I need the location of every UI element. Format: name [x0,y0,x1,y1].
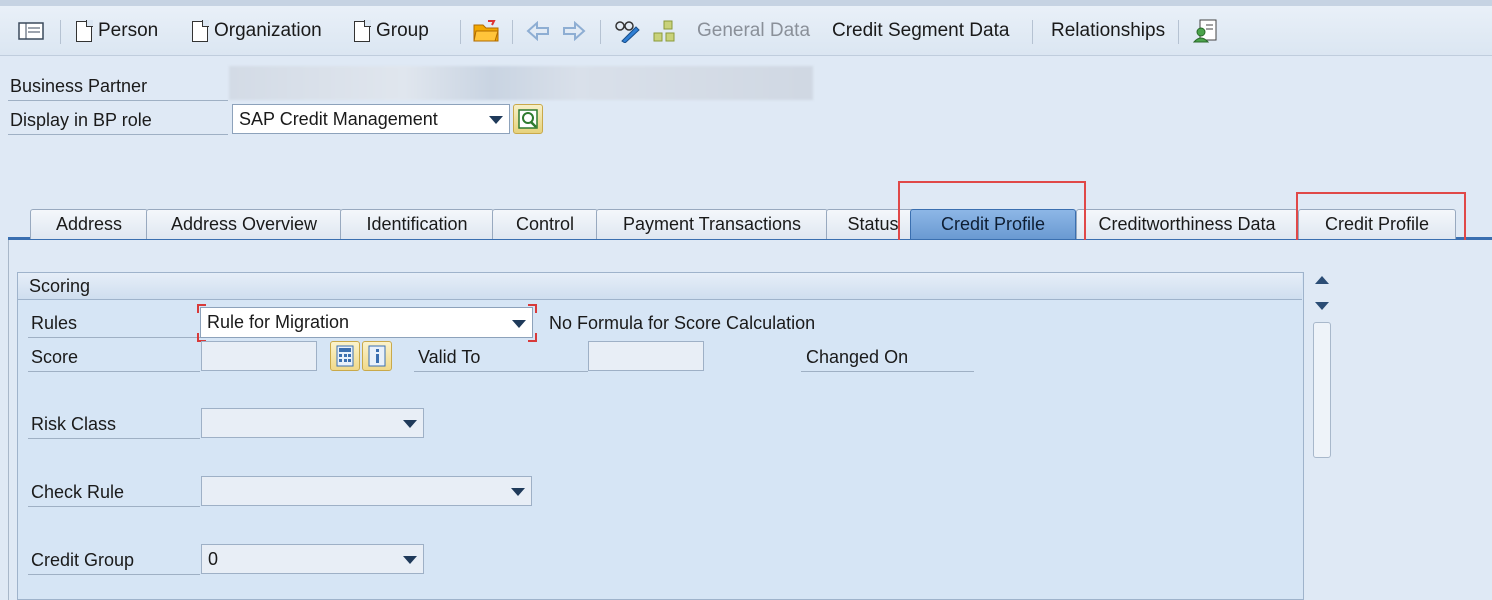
scroll-thumb[interactable] [1313,322,1331,458]
valid-to-label: Valid To [418,347,481,367]
switch-view-button[interactable] [18,6,44,56]
switch-role-button[interactable] [513,104,543,134]
chevron-down-icon [403,556,417,564]
changed-on-label: Changed On [806,347,909,367]
credit-group-value: 0 [208,548,219,569]
group-label: Group [376,20,429,41]
calculate-score-button[interactable] [330,341,360,371]
organization-label: Organization [214,20,322,41]
scroll-down-icon[interactable] [1315,302,1329,310]
forward-arrow-button[interactable] [562,6,586,56]
hierarchy-icon [653,20,675,42]
bp-role-value: SAP Credit Management [239,108,438,129]
tab-label: Payment Transactions [622,214,802,234]
tab-label: Identification [366,214,468,234]
credit-segment-data-label: Credit Segment Data [832,20,1010,41]
score-info-button[interactable] [362,341,392,371]
tab-label: Status [847,214,899,234]
person-card-icon [1192,19,1217,43]
credit-group-label: Credit Group [31,550,135,570]
tab-control[interactable]: Control [492,209,598,239]
tab-label: Control [515,214,575,234]
organization-button[interactable]: Organization [192,6,322,56]
document-icon [76,19,93,42]
tab-label: Creditworthiness Data [1098,214,1276,234]
group-button[interactable]: Group [354,6,429,56]
chevron-down-icon [489,116,503,124]
tab-label: Address Overview [170,214,318,234]
calculator-icon [336,345,354,367]
score-field[interactable] [201,341,317,371]
tab-label: Address [55,214,123,234]
person-label: Person [98,20,159,41]
document-icon [354,19,371,42]
scoring-title: Scoring [29,276,91,296]
application-toolbar: Person Organization Group General Data C… [0,6,1492,56]
person-button[interactable]: Person [76,6,158,56]
display-change-button[interactable] [614,6,642,56]
arrow-right-icon [563,21,586,41]
scroll-up-icon[interactable] [1315,276,1329,284]
arrow-left-icon [526,21,549,41]
general-data-button[interactable]: General Data [697,6,810,56]
bp-role-label: Display in BP role [10,110,152,130]
risk-class-label: Risk Class [31,414,117,434]
chevron-down-icon [511,488,525,496]
tab-address-overview[interactable]: Address Overview [146,209,342,239]
chevron-down-icon [403,420,417,428]
formula-text: No Formula for Score Calculation [549,313,816,333]
relationships-button[interactable]: Relationships [1051,6,1165,56]
relationships-label: Relationships [1051,20,1166,41]
check-rule-label: Check Rule [31,482,125,502]
valid-to-field[interactable] [588,341,704,371]
tab-address[interactable]: Address [30,209,148,239]
business-partner-value [229,66,813,100]
info-icon [368,345,386,367]
check-rule-select[interactable] [201,476,532,506]
tab-identification[interactable]: Identification [340,209,494,239]
required-field-marker [197,304,537,342]
bp-role-select[interactable]: SAP Credit Management [232,104,510,134]
scoring-group-header: Scoring [18,273,1302,300]
table-view-icon [18,22,44,40]
score-label: Score [31,347,79,367]
back-arrow-button[interactable] [526,6,550,56]
document-icon [192,19,209,42]
tab-creditworthiness-data[interactable]: Creditworthiness Data [1076,209,1298,239]
execute-icon [518,109,538,129]
business-partner-label: Business Partner [10,76,148,96]
open-folder-icon [473,20,499,42]
tab-payment-transactions[interactable]: Payment Transactions [596,209,828,239]
partner-overview-button[interactable] [1192,6,1218,56]
glasses-pencil-icon [615,21,640,43]
vertical-scrollbar[interactable] [1311,272,1333,472]
rules-label: Rules [31,313,78,333]
credit-group-select[interactable]: 0 [201,544,424,574]
general-data-label: General Data [697,20,811,41]
credit-segment-data-button[interactable]: Credit Segment Data [832,6,1009,56]
risk-class-select[interactable] [201,408,424,438]
open-button[interactable] [472,6,500,56]
other-object-button[interactable] [652,6,678,56]
